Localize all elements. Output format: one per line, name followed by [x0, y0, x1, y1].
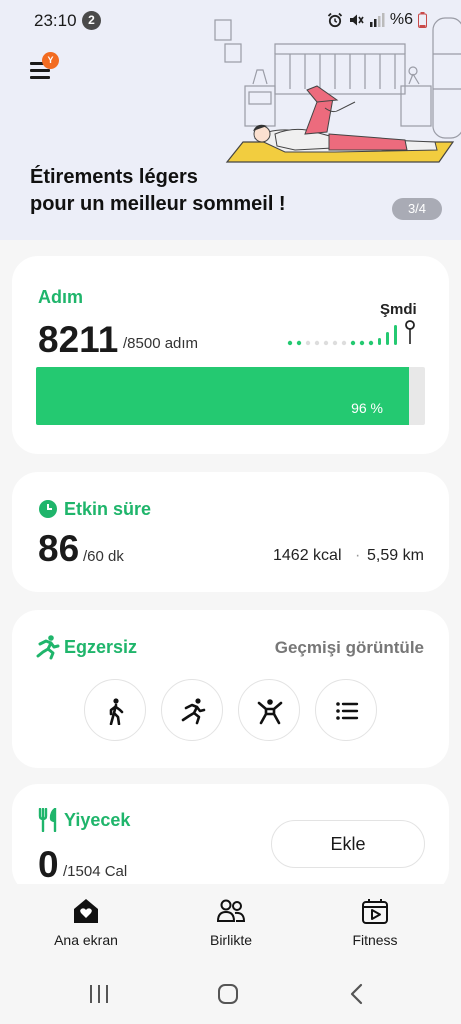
- steps-card[interactable]: Adım 8211 /8500 adım Şmdi 96 %: [12, 256, 449, 454]
- exercise-title: Egzersiz: [64, 637, 138, 657]
- walking-workout-button[interactable]: [84, 679, 146, 741]
- food-card[interactable]: Yiyecek 0 /1504 Cal Ekle: [12, 784, 449, 894]
- running-icon: [181, 698, 206, 725]
- clock-icon: [39, 500, 57, 518]
- system-navigation-bar: [0, 964, 461, 1024]
- active-time-card[interactable]: Etkin süre 86 /60 dk 1462 kcal · 5,59 km: [12, 472, 449, 592]
- people-icon: [216, 899, 246, 922]
- add-food-button[interactable]: Ekle: [271, 820, 425, 868]
- steps-progress-text: 96 %: [351, 400, 383, 416]
- notification-count-badge: 2: [82, 11, 101, 30]
- food-goal: /1504 Cal: [63, 863, 128, 880]
- exercise-card[interactable]: Egzersiz Geçmişi görüntüle: [12, 610, 449, 768]
- active-time-goal: /60 dk: [83, 548, 124, 565]
- workout-list-button[interactable]: [315, 679, 377, 741]
- separator: ·: [355, 547, 361, 564]
- steps-progress-bar: 96 %: [36, 367, 425, 425]
- active-time-title: Etkin süre: [64, 499, 152, 519]
- running-title-icon: [36, 635, 60, 660]
- recent-apps-button[interactable]: [84, 980, 114, 1008]
- workout-icon: [257, 699, 283, 725]
- steps-value: 8211: [38, 319, 119, 360]
- banner-title: Étirements légers pour un meilleur somme…: [30, 166, 286, 215]
- distance: 5,59 km: [367, 547, 424, 564]
- bottom-navigation: Ana ekran Birlikte Fitness: [0, 884, 461, 964]
- status-time: 23:10: [34, 11, 77, 30]
- menu-badge: Y: [42, 52, 59, 69]
- general-workout-button[interactable]: [238, 679, 300, 741]
- nav-together[interactable]: Birlikte: [171, 896, 291, 948]
- steps-goal: /8500 adım: [123, 335, 199, 352]
- nav-fitness[interactable]: Fitness: [315, 896, 435, 948]
- food-title: Yiyecek: [64, 810, 131, 830]
- steps-title: Adım: [38, 287, 83, 307]
- fitness-play-icon: [362, 899, 388, 924]
- home-button[interactable]: [213, 980, 243, 1008]
- active-time-value: 86: [38, 528, 80, 569]
- fork-knife-icon: [38, 808, 57, 832]
- calories-burned: 1462 kcal: [273, 547, 342, 564]
- nav-home[interactable]: Ana ekran: [26, 896, 146, 948]
- back-button[interactable]: [342, 980, 372, 1008]
- running-workout-button[interactable]: [161, 679, 223, 741]
- promo-banner[interactable]: 23:10 2 %6 Y Étirements légers pour un m…: [0, 0, 461, 240]
- view-history-link[interactable]: Geçmişi görüntüle: [275, 638, 424, 658]
- food-value: 0: [38, 844, 59, 885]
- hourly-steps-mini-chart: [287, 320, 415, 346]
- walking-icon: [109, 698, 124, 725]
- list-icon: [336, 702, 359, 720]
- stretching-illustration: [214, 17, 461, 163]
- banner-page-indicator: 3/4: [392, 198, 442, 220]
- steps-progress-fill: 96 %: [36, 367, 409, 425]
- home-heart-icon: [74, 899, 98, 923]
